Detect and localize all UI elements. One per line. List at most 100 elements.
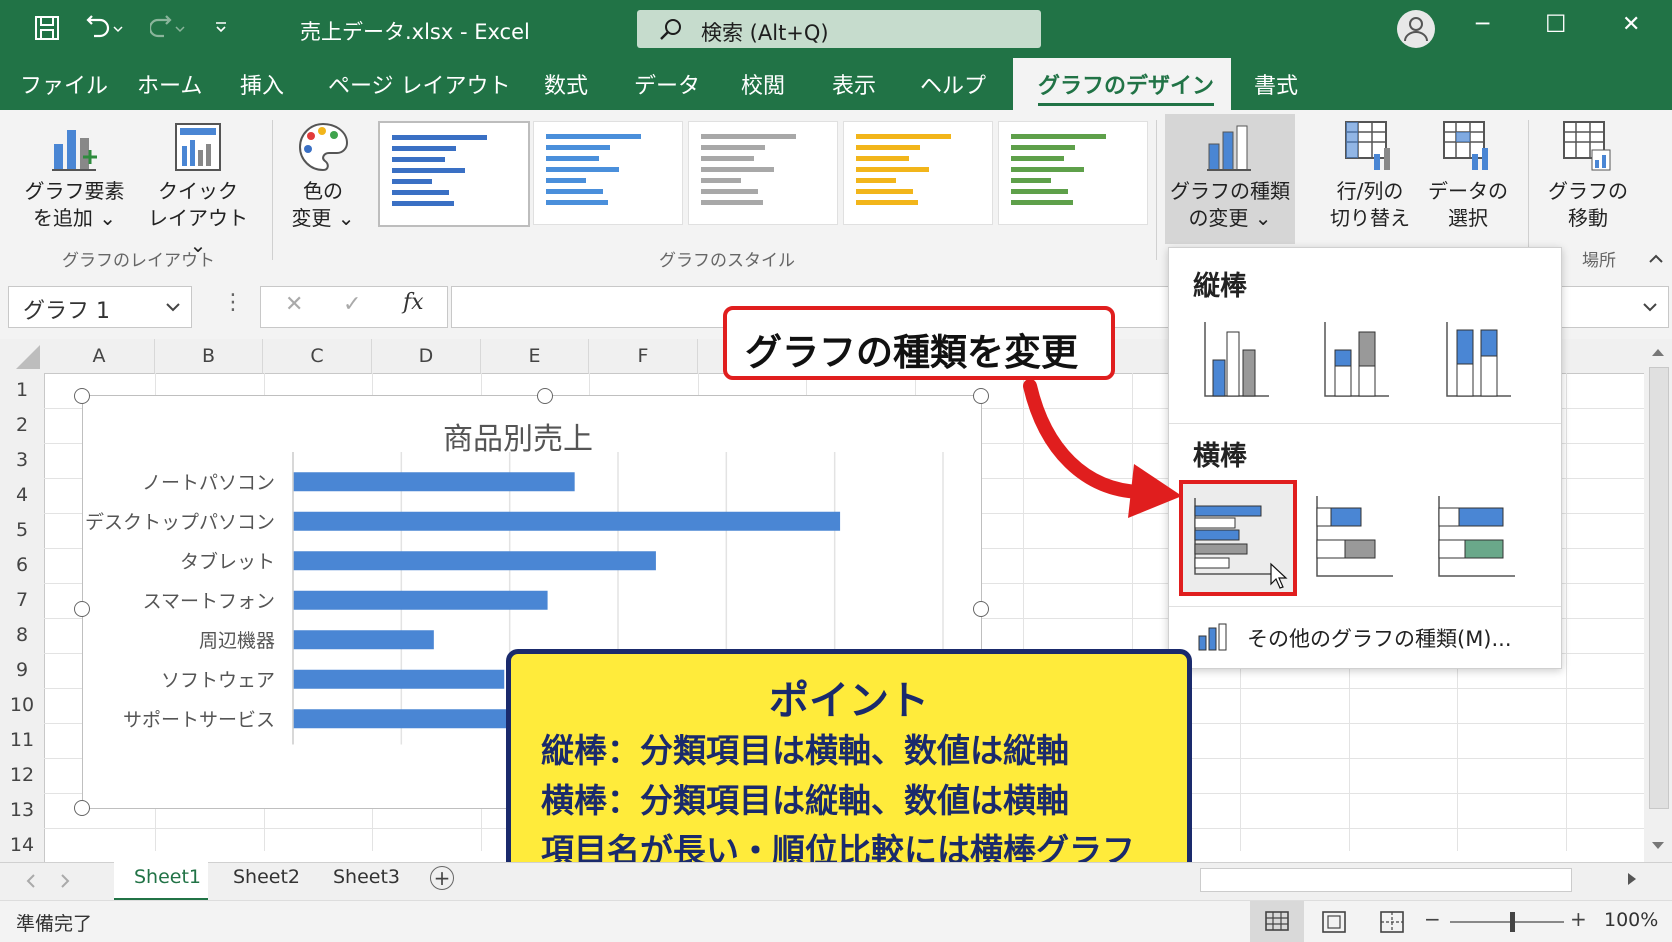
change-chart-type-button[interactable]: グラフの種類 の変更 ⌄ <box>1165 114 1295 244</box>
stacked-column-option[interactable] <box>1321 320 1391 400</box>
page-layout-view-icon[interactable] <box>1322 911 1346 933</box>
collapse-ribbon-icon[interactable] <box>1648 252 1664 264</box>
tab-page-layout[interactable]: ページ レイアウト <box>328 68 511 100</box>
tab-data[interactable]: データ <box>634 68 700 100</box>
row-header-8[interactable]: 8 <box>0 618 45 654</box>
style-preview-bar <box>546 189 603 194</box>
change-colors-button[interactable]: 色の 変更 ⌄ <box>280 116 366 236</box>
tab-chart-design[interactable]: グラフのデザイン <box>1013 58 1231 110</box>
row-header-14[interactable]: 14 <box>0 828 45 864</box>
vertical-scrollbar[interactable] <box>1644 339 1672 862</box>
insert-function-button[interactable]: fx <box>403 290 424 315</box>
percent-stacked-column-option[interactable] <box>1443 320 1513 400</box>
horizontal-scrollbar[interactable] <box>1200 868 1572 892</box>
scroll-right-icon[interactable] <box>1624 870 1640 888</box>
chart-style-3[interactable] <box>688 121 838 225</box>
save-icon[interactable] <box>34 15 60 41</box>
add-sheet-button[interactable]: + <box>430 866 454 890</box>
tab-review[interactable]: 校閲 <box>741 68 785 100</box>
chevron-down-icon[interactable] <box>165 301 181 313</box>
percent-stacked-bar-option[interactable] <box>1435 494 1519 580</box>
tab-formulas[interactable]: 数式 <box>544 68 588 100</box>
row-header-11[interactable]: 11 <box>0 723 45 759</box>
page-break-view-icon[interactable] <box>1380 911 1404 933</box>
row-header-6[interactable]: 6 <box>0 548 45 584</box>
sheet-nav-icon[interactable] <box>24 872 74 890</box>
row-header-9[interactable]: 9 <box>0 653 45 689</box>
row-header-13[interactable]: 13 <box>0 793 45 829</box>
row-header-10[interactable]: 10 <box>0 688 45 724</box>
style-preview-bar <box>392 201 454 206</box>
row-header-4[interactable]: 4 <box>0 478 45 514</box>
row-header-7[interactable]: 7 <box>0 583 45 619</box>
chart-style-4[interactable] <box>843 121 993 225</box>
column-header-d[interactable]: D <box>372 339 481 374</box>
expand-formula-bar-icon[interactable] <box>1642 301 1658 313</box>
tab-home[interactable]: ホーム <box>137 68 202 100</box>
quick-layout-button[interactable]: クイック レイアウト ⌄ <box>138 116 258 257</box>
resize-handle[interactable] <box>973 388 989 404</box>
chart-bar[interactable] <box>293 630 434 650</box>
zoom-in-button[interactable]: + <box>1570 907 1587 931</box>
zoom-slider-thumb[interactable] <box>1510 912 1515 932</box>
customize-qat-icon[interactable] <box>214 20 228 34</box>
sheet-tab-sheet3[interactable]: Sheet3 <box>333 866 400 888</box>
row-header-2[interactable]: 2 <box>0 408 45 444</box>
chart-bar[interactable] <box>293 472 575 492</box>
tab-view[interactable]: 表示 <box>832 68 876 100</box>
close-button[interactable]: ✕ <box>1622 12 1640 37</box>
move-chart-button[interactable]: グラフの 移動 <box>1538 116 1638 236</box>
resize-handle[interactable] <box>74 800 90 816</box>
search-box[interactable]: 検索 (Alt+Q) <box>637 10 1041 48</box>
sheet-tab-sheet2[interactable]: Sheet2 <box>233 866 300 888</box>
tab-file[interactable]: ファイル <box>20 68 108 100</box>
row-header-1[interactable]: 1 <box>0 373 45 409</box>
chart-bar[interactable] <box>293 669 505 689</box>
chart-style-1[interactable] <box>378 121 530 227</box>
stacked-bar-option[interactable] <box>1313 494 1397 580</box>
row-header-5[interactable]: 5 <box>0 513 45 549</box>
chart-style-2[interactable] <box>533 121 683 225</box>
chart-bar[interactable] <box>293 511 841 531</box>
more-chart-types-item[interactable]: その他のグラフの種類(M)... <box>1193 620 1553 656</box>
undo-icon[interactable] <box>86 14 124 42</box>
column-header-a[interactable]: A <box>44 339 155 374</box>
zoom-out-button[interactable]: − <box>1424 907 1441 931</box>
select-all-corner[interactable] <box>0 339 45 374</box>
redo-icon[interactable] <box>150 14 188 42</box>
minimize-button[interactable]: ─ <box>1476 12 1489 37</box>
name-box[interactable]: グラフ 1 <box>8 286 192 328</box>
tab-insert[interactable]: 挿入 <box>240 68 284 100</box>
column-header-b[interactable]: B <box>155 339 263 374</box>
chart-bar[interactable] <box>293 551 656 571</box>
tab-format[interactable]: 書式 <box>1254 68 1298 100</box>
select-data-button[interactable]: データの 選択 <box>1420 116 1516 236</box>
vertical-scroll-thumb[interactable] <box>1649 367 1669 809</box>
row-header-3[interactable]: 3 <box>0 443 45 479</box>
column-header-f[interactable]: F <box>589 339 698 374</box>
avatar[interactable] <box>1397 10 1435 48</box>
column-header-e[interactable]: E <box>481 339 589 374</box>
resize-handle[interactable] <box>74 388 90 404</box>
cancel-button[interactable]: ✕ <box>285 292 303 317</box>
column-header-c[interactable]: C <box>263 339 372 374</box>
resize-handle[interactable] <box>74 601 90 617</box>
chart-bar[interactable] <box>293 709 510 729</box>
switch-row-column-button[interactable]: 行/列の 切り替え <box>1312 116 1428 236</box>
zoom-level[interactable]: 100% <box>1604 909 1658 931</box>
chart-style-5[interactable] <box>998 121 1148 225</box>
zoom-slider[interactable] <box>1450 921 1564 923</box>
scroll-down-icon[interactable] <box>1651 841 1665 851</box>
row-header-12[interactable]: 12 <box>0 758 45 794</box>
maximize-button[interactable]: ☐ <box>1545 10 1567 38</box>
normal-view-button[interactable] <box>1250 901 1304 942</box>
scroll-up-icon[interactable] <box>1651 347 1665 357</box>
enter-button[interactable]: ✓ <box>343 292 361 317</box>
tab-help[interactable]: ヘルプ <box>920 68 986 100</box>
resize-handle[interactable] <box>537 388 553 404</box>
add-chart-element-button[interactable]: グラフ要素 を追加 ⌄ <box>12 116 137 236</box>
clustered-column-option[interactable] <box>1201 320 1271 400</box>
sheet-tab-sheet1[interactable]: Sheet1 <box>114 862 208 901</box>
chart-bar[interactable] <box>293 590 548 610</box>
resize-handle[interactable] <box>973 601 989 617</box>
